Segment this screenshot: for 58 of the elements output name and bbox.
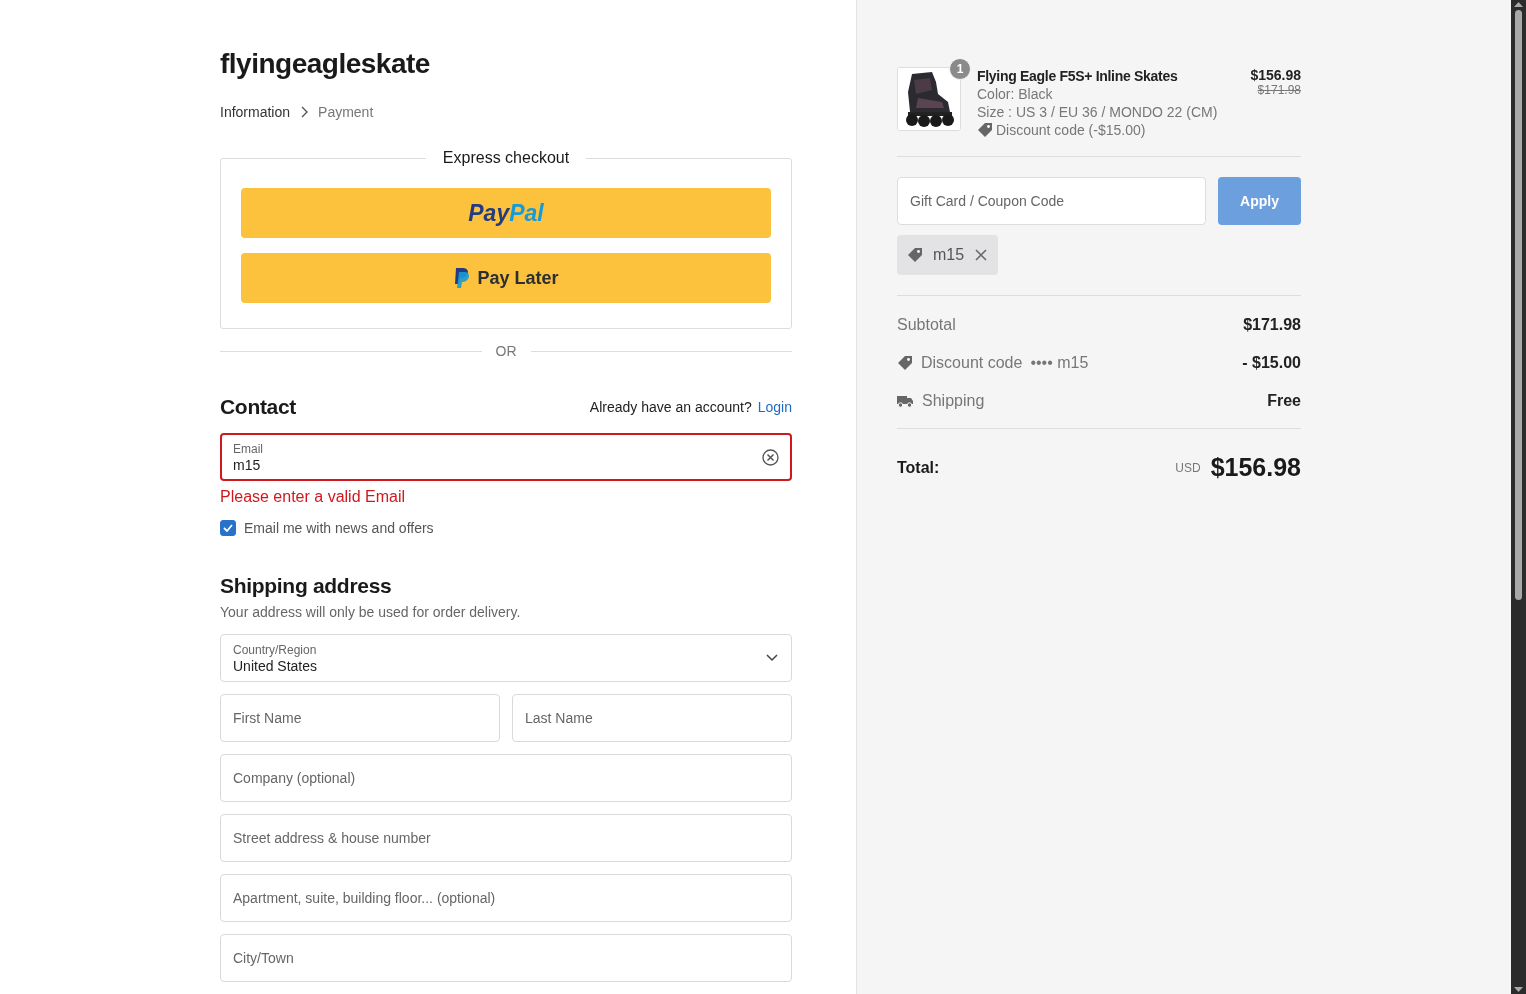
summary-label: Subtotal <box>897 316 956 334</box>
section-heading: Shipping address <box>220 574 393 598</box>
express-checkout-title: Express checkout <box>425 149 587 167</box>
or-divider-text: OR <box>495 343 517 359</box>
scrollbar-thumb[interactable] <box>1515 10 1522 600</box>
total-label: Total: <box>897 458 940 477</box>
chevron-right-icon <box>299 105 310 119</box>
field-value: m15 <box>233 456 261 473</box>
discount-note: Discount code (-$15.00) <box>996 122 1146 138</box>
p-logo-icon <box>453 267 472 289</box>
account-prompt: Already have an account? <box>589 399 752 415</box>
input-field[interactable]: Company (optional) <box>220 754 792 802</box>
scroll-up-icon[interactable] <box>1514 0 1523 8</box>
clear-icon[interactable] <box>762 448 779 466</box>
input-field[interactable]: First Name <box>220 694 500 742</box>
checkbox[interactable] <box>220 520 236 536</box>
summary-value: - $15.00 <box>1242 354 1301 372</box>
quantity-badge: 1 <box>949 58 971 80</box>
original-price: $171.98 <box>1257 83 1301 97</box>
summary-label: Discount code <box>921 354 1023 372</box>
tag-icon <box>907 247 923 263</box>
checkbox-label: Email me with news and offers <box>244 520 434 536</box>
total-price: $156.98 <box>1210 453 1301 482</box>
product-detail: Size : US 3 / EU 36 / MONDO 22 (CM) <box>977 104 1218 120</box>
breadcrumb-step[interactable]: Information <box>220 104 291 120</box>
breadcrumb-step[interactable]: Payment <box>318 104 374 120</box>
paypal-button[interactable]: PayPal <box>241 188 771 238</box>
summary-label: Shipping <box>922 392 985 410</box>
input-field[interactable]: City/Town <box>220 934 792 982</box>
input-field[interactable]: Last Name <box>512 694 792 742</box>
product-name: Flying Eagle F5S+ Inline Skates <box>977 68 1178 84</box>
summary-value: $171.98 <box>1243 316 1301 334</box>
email-field[interactable]: Email m15 <box>220 433 792 481</box>
discount-code: m15 <box>933 246 965 264</box>
input-field[interactable]: Street address & house number <box>220 814 792 862</box>
country-select[interactable]: Country/Region United States <box>220 634 792 682</box>
product-price: $156.98 <box>1250 67 1301 83</box>
tag-icon <box>977 122 993 138</box>
field-value: United States <box>233 657 318 674</box>
coupon-field[interactable]: Gift Card / Coupon Code <box>897 177 1206 225</box>
login-link[interactable]: Login <box>757 399 792 415</box>
truck-icon <box>897 394 914 408</box>
pay-later-button[interactable]: Pay Later <box>241 253 771 303</box>
scroll-down-icon[interactable] <box>1514 986 1523 994</box>
summary-value: Free <box>1267 392 1301 410</box>
product-detail: Color: Black <box>977 86 1053 102</box>
checkmark-icon <box>223 524 233 532</box>
close-icon[interactable] <box>974 248 989 262</box>
currency-code: USD <box>1175 460 1201 475</box>
field-label: Email <box>233 441 263 456</box>
section-heading: Contact <box>220 395 297 419</box>
discount-code: •••• m15 <box>1030 354 1089 372</box>
error-message: Please enter a valid Email <box>220 488 405 506</box>
tag-icon <box>897 355 913 371</box>
helper-text: Your address will only be used for order delivery. <box>220 604 521 620</box>
store-logo[interactable]: flyingeagleskate <box>220 48 430 80</box>
field-label: Country/Region <box>233 642 317 657</box>
input-field[interactable]: Apartment, suite, building floor... (optional) <box>220 874 792 922</box>
